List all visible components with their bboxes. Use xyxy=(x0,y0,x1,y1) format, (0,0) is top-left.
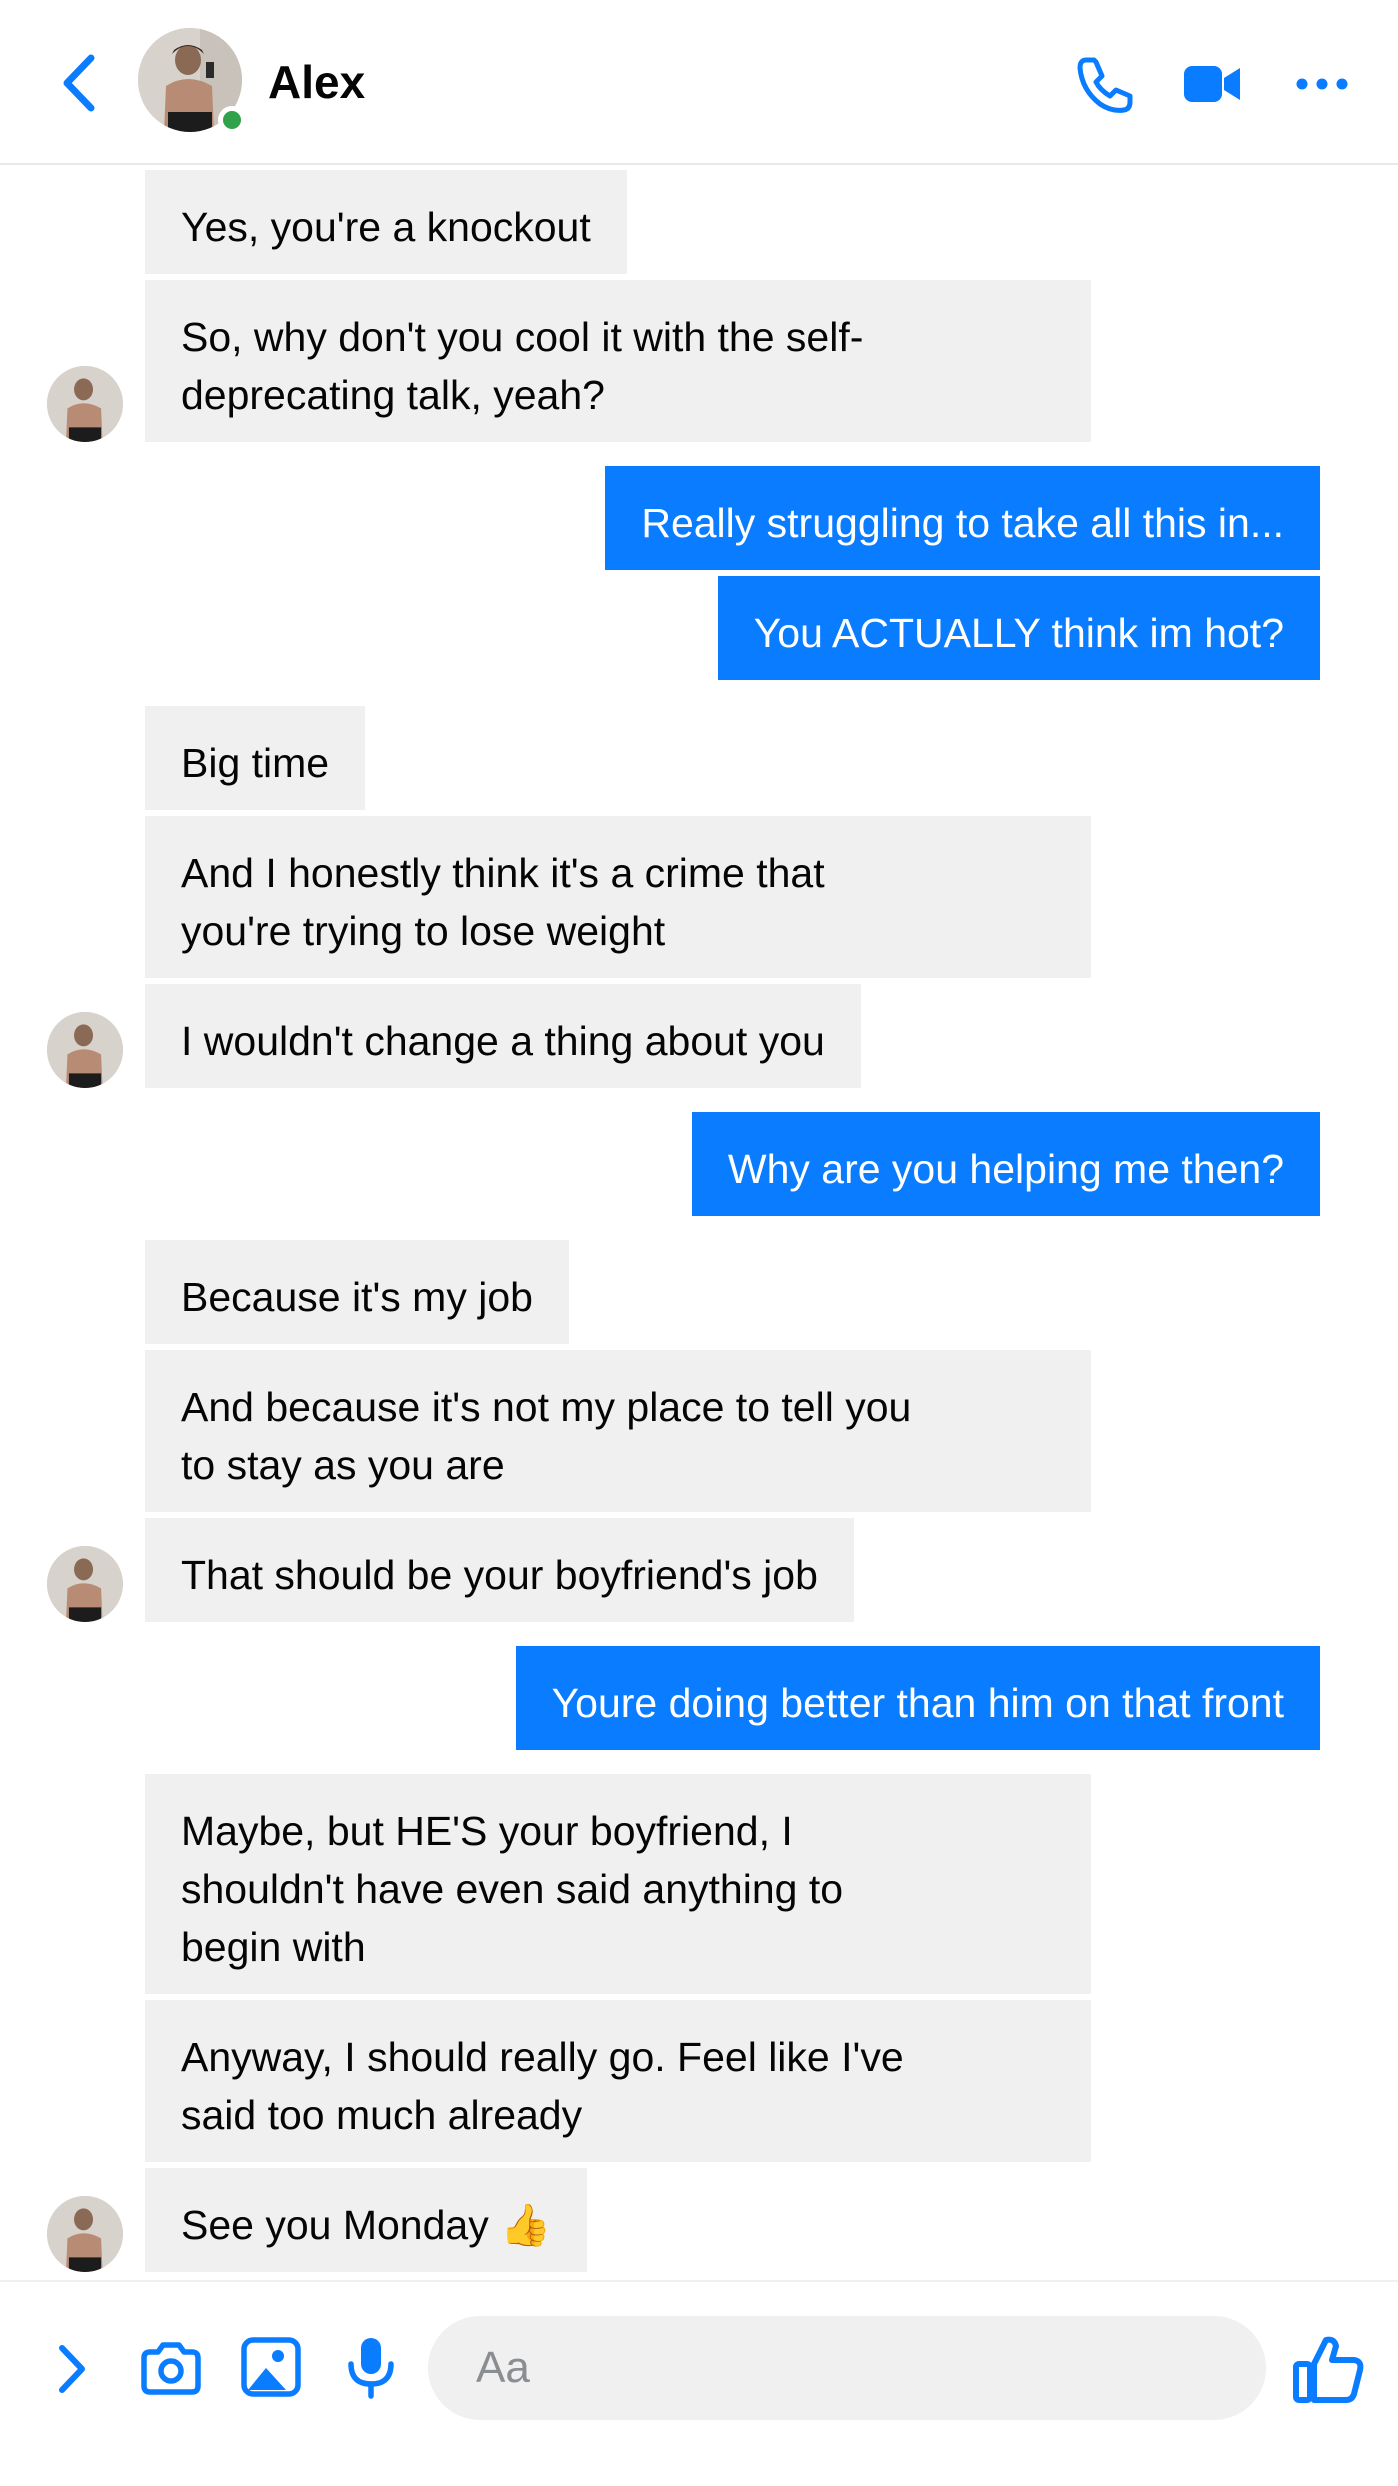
message-bubble-outgoing[interactable]: Youre doing better than him on that fron… xyxy=(515,1646,1320,1750)
message-bubble-incoming[interactable]: Maybe, but HE'S your boyfriend, I should… xyxy=(145,1774,1091,1994)
message-bubble-outgoing[interactable]: Why are you helping me then? xyxy=(691,1112,1320,1216)
message-bubble-incoming[interactable]: I wouldn't change a thing about you xyxy=(145,984,861,1088)
gallery-icon[interactable] xyxy=(236,2332,306,2402)
message-bubble-incoming[interactable]: That should be your boyfriend's job xyxy=(145,1518,854,1622)
contact-avatar-small xyxy=(47,1012,123,1088)
camera-icon[interactable] xyxy=(136,2334,206,2404)
message-bubble-incoming[interactable]: And I honestly think it's a crime that y… xyxy=(145,816,1091,978)
message-composer: Aa xyxy=(0,2280,1398,2486)
message-bubble-incoming[interactable]: Anyway, I should really go. Feel like I'… xyxy=(145,2000,1091,2162)
message-bubble-outgoing[interactable]: Really struggling to take all this in... xyxy=(605,466,1320,570)
thumbs-up-icon[interactable] xyxy=(1290,2328,1370,2408)
message-bubble-incoming[interactable]: Big time xyxy=(145,706,366,810)
message-bubble-incoming[interactable]: So, why don't you cool it with the self-… xyxy=(145,280,1091,442)
contact-avatar-small xyxy=(47,1546,123,1622)
contact-avatar-small xyxy=(47,366,123,442)
message-thread: Yes, you're a knockout So, why don't you… xyxy=(0,0,1398,2280)
message-bubble-incoming[interactable]: Because it's my job xyxy=(145,1240,569,1344)
message-input[interactable]: Aa xyxy=(428,2316,1266,2420)
expand-chevron-icon[interactable] xyxy=(38,2334,108,2404)
message-bubble-incoming[interactable]: See you Monday 👍 xyxy=(145,2168,588,2272)
message-bubble-incoming[interactable]: And because it's not my place to tell yo… xyxy=(145,1350,1091,1512)
microphone-icon[interactable] xyxy=(336,2332,406,2402)
contact-avatar-small xyxy=(47,2196,123,2272)
message-bubble-incoming[interactable]: Yes, you're a knockout xyxy=(145,170,627,274)
message-bubble-outgoing[interactable]: You ACTUALLY think im hot? xyxy=(717,576,1320,680)
